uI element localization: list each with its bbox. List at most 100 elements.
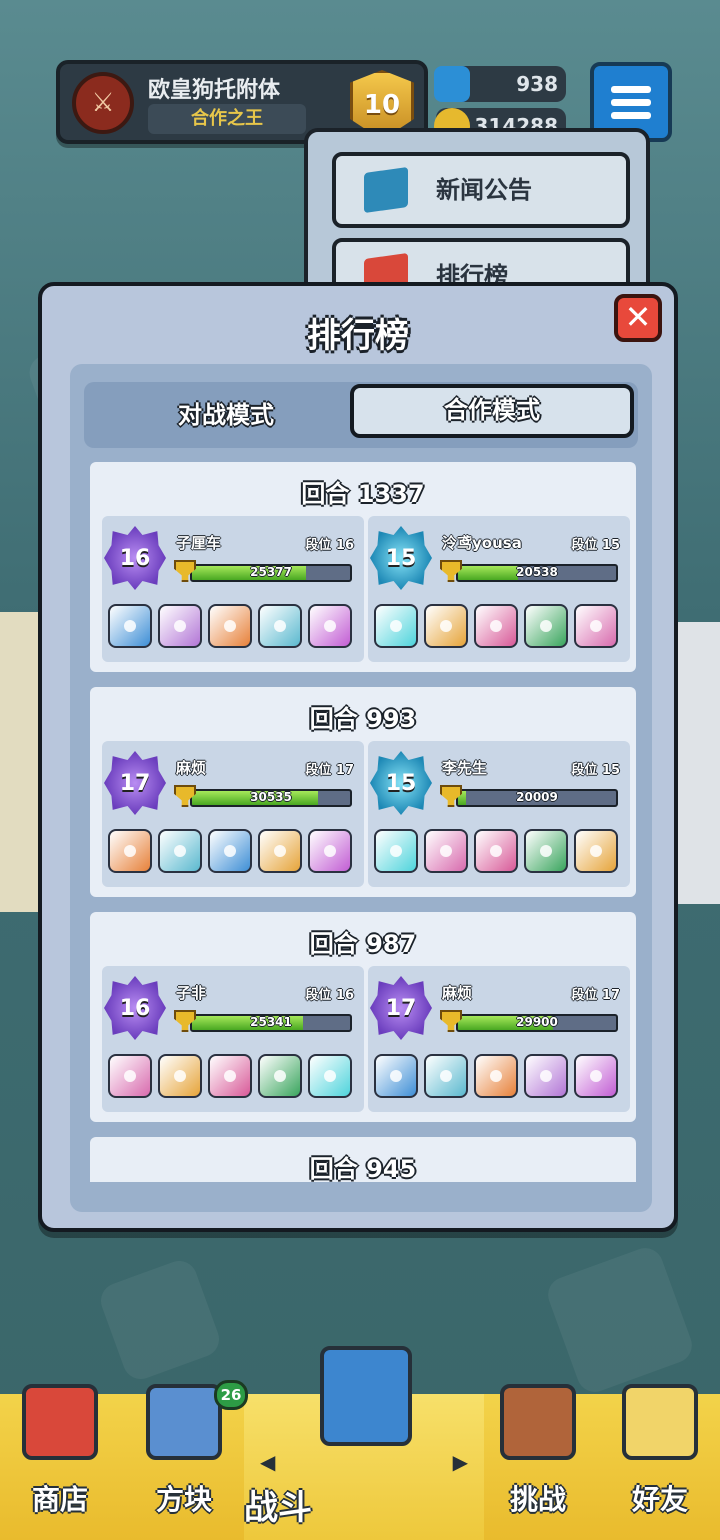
player-name: 欧皇狗托附体	[148, 78, 281, 103]
player-name: 子非	[176, 984, 207, 1002]
tier-emblem-icon: 16	[104, 526, 166, 590]
shop-icon	[22, 1384, 98, 1460]
tier-emblem-icon: 16	[104, 976, 166, 1040]
dice-icon	[208, 829, 252, 873]
round-score: 回合 945	[309, 1155, 417, 1182]
trophy-progress-bar: 25341	[190, 1014, 352, 1032]
nav-battle[interactable]: ◀ 战斗 ▶	[244, 1346, 484, 1540]
trophy-score: 20009	[516, 790, 558, 804]
tier-emblem-icon: 17	[104, 751, 166, 815]
dice-icon	[474, 829, 518, 873]
dice-icon	[108, 1054, 152, 1098]
dice-icon	[108, 829, 152, 873]
dice-icon	[424, 604, 468, 648]
dice-icon	[258, 1054, 302, 1098]
arrow-right-icon[interactable]: ▶	[453, 1450, 468, 1474]
player-name: 麻烦	[176, 759, 207, 777]
round-score: 回合 987	[309, 930, 417, 958]
trophy-progress-bar: 29900	[456, 1014, 618, 1032]
player-tier: 段位 15	[571, 763, 620, 778]
nav-friends[interactable]: 好友	[600, 1384, 720, 1540]
trophy-score: 25341	[250, 1015, 292, 1029]
dice-deck	[374, 604, 618, 648]
player-card[interactable]: 15 泠鸢yousa 段位 15 20538	[368, 516, 630, 662]
nav-dice[interactable]: 方块	[124, 1384, 244, 1540]
trophy-progress-bar: 30535	[190, 789, 352, 807]
news-monitor-icon	[364, 166, 408, 214]
menu-item-news[interactable]: 新闻公告	[332, 152, 630, 228]
dice-icon	[574, 829, 618, 873]
dice-icon	[474, 604, 518, 648]
dice-icon	[108, 604, 152, 648]
dice-deck	[374, 1054, 618, 1098]
dice-icon	[258, 829, 302, 873]
leaderboard-list[interactable]: 回合 1337 16 子厘车 段位 16 25377 15 泠鸢yousa 段位 15 2053…	[90, 462, 636, 1182]
trophy-score: 25377	[250, 565, 292, 579]
dice-icon	[308, 1054, 352, 1098]
dice-icon	[158, 604, 202, 648]
nav-challenge[interactable]: 挑战	[478, 1384, 598, 1540]
underlying-panel-right	[676, 622, 720, 904]
hamburger-icon	[611, 85, 651, 93]
dice-icon	[524, 1054, 568, 1098]
player-card[interactable]: 16 子厘车 段位 16 25377	[102, 516, 364, 662]
tier-emblem-icon: 15	[370, 751, 432, 815]
player-tier: 段位 16	[305, 538, 354, 553]
trophy-progress-bar: 20009	[456, 789, 618, 807]
tab-versus-mode[interactable]: 对战模式	[84, 388, 368, 442]
player-card[interactable]: 15 李先生 段位 15 20009	[368, 741, 630, 887]
dice-icon	[524, 829, 568, 873]
trophy-score: 29900	[516, 1015, 558, 1029]
dice-icon	[524, 604, 568, 648]
dice-icon	[374, 1054, 418, 1098]
player-card[interactable]: 16 子非 段位 16 25341	[102, 966, 364, 1112]
dice-deck	[108, 604, 352, 648]
dice-icon	[208, 604, 252, 648]
trophy-score: 20538	[516, 565, 558, 579]
player-name: 子厘车	[176, 534, 222, 552]
player-card[interactable]: 17 麻烦 段位 17 29900	[368, 966, 630, 1112]
main-menu-dropdown: 新闻公告 排行榜	[304, 128, 650, 314]
tier-emblem-icon: 17	[370, 976, 432, 1040]
player-tier: 段位 15	[571, 538, 620, 553]
dice-icon	[424, 829, 468, 873]
bottom-navigation: 商店 方块 ◀ 战斗 ▶ 挑战 好友	[0, 1346, 720, 1540]
player-title: 合作之王	[148, 104, 306, 134]
player-name: 李先生	[442, 759, 488, 777]
battle-card-icon	[320, 1346, 412, 1446]
round-score: 回合 1337	[301, 480, 425, 508]
notification-badge: 26	[214, 1380, 248, 1410]
dice-icon	[374, 604, 418, 648]
dice-icon	[258, 604, 302, 648]
gem-counter[interactable]: 938	[434, 66, 566, 102]
leaderboard-entry: 回合 945	[90, 1137, 636, 1182]
tab-coop-mode[interactable]: 合作模式	[350, 384, 634, 438]
dice-box-icon	[146, 1384, 222, 1460]
dice-icon	[308, 829, 352, 873]
close-icon: ✕	[624, 298, 652, 336]
friends-icon	[622, 1384, 698, 1460]
round-score: 回合 993	[309, 705, 417, 733]
leaderboard-entry: 回合 987 16 子非 段位 16 25341 17 麻烦 段位 17 29900	[90, 912, 636, 1122]
player-card[interactable]: 17 麻烦 段位 17 30535	[102, 741, 364, 887]
dice-icon	[374, 829, 418, 873]
arrow-left-icon[interactable]: ◀	[260, 1450, 275, 1474]
leaderboard-entry: 回合 1337 16 子厘车 段位 16 25377 15 泠鸢yousa 段位 15 2053…	[90, 462, 636, 672]
challenge-icon	[500, 1384, 576, 1460]
underlying-panel-left	[0, 612, 40, 912]
close-button[interactable]: ✕	[614, 294, 662, 342]
avatar: ⚔	[72, 72, 134, 134]
dice-icon	[424, 1054, 468, 1098]
dice-icon	[208, 1054, 252, 1098]
trophy-progress-bar: 25377	[190, 564, 352, 582]
player-name: 麻烦	[442, 984, 473, 1002]
player-tier: 段位 17	[571, 988, 620, 1003]
nav-shop[interactable]: 商店	[0, 1384, 120, 1540]
leaderboard-modal: 排行榜 ✕ 对战模式 合作模式 回合 1337 16 子厘车 段位 16 25377 15…	[38, 282, 678, 1232]
trophy-progress-bar: 20538	[456, 564, 618, 582]
dice-icon	[574, 1054, 618, 1098]
trophy-score: 30535	[250, 790, 292, 804]
dice-icon	[574, 604, 618, 648]
leaderboard-panel: 对战模式 合作模式 回合 1337 16 子厘车 段位 16 25377 15 泠鸢yous…	[70, 364, 652, 1212]
dice-icon	[158, 1054, 202, 1098]
